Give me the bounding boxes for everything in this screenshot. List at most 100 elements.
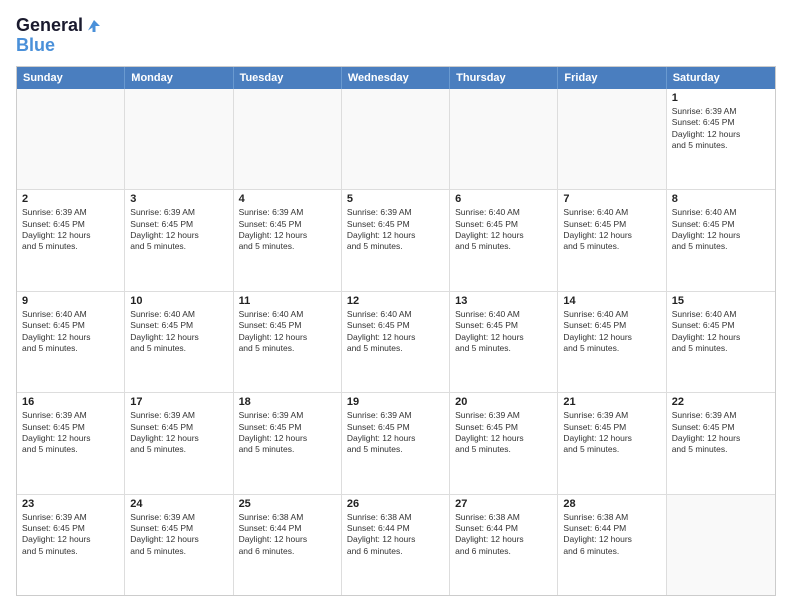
day-info: Sunrise: 6:40 AM Sunset: 6:45 PM Dayligh… — [130, 309, 227, 355]
logo-text: General — [16, 16, 83, 36]
day-number: 16 — [22, 396, 119, 408]
day-number: 1 — [672, 92, 770, 104]
calendar-cell: 12Sunrise: 6:40 AM Sunset: 6:45 PM Dayli… — [342, 292, 450, 392]
day-number: 2 — [22, 193, 119, 205]
weekday-header: Friday — [558, 67, 666, 89]
day-info: Sunrise: 6:39 AM Sunset: 6:45 PM Dayligh… — [672, 106, 770, 152]
day-info: Sunrise: 6:39 AM Sunset: 6:45 PM Dayligh… — [347, 410, 444, 456]
calendar-cell: 18Sunrise: 6:39 AM Sunset: 6:45 PM Dayli… — [234, 393, 342, 493]
day-info: Sunrise: 6:40 AM Sunset: 6:45 PM Dayligh… — [239, 309, 336, 355]
day-number: 13 — [455, 295, 552, 307]
calendar-row: 9 Sunrise: 6:40 AM Sunset: 6:45 PM Daylig… — [17, 291, 775, 392]
header: General Blue — [16, 16, 776, 56]
day-info: Sunrise: 6:39 AM Sunset: 6:45 PM Dayligh… — [22, 410, 119, 456]
calendar-cell — [17, 89, 125, 189]
calendar-row: 16 Sunrise: 6:39 AM Sunset: 6:45 PM Dayli… — [17, 392, 775, 493]
day-info: Sunrise: 6:40 AM Sunset: 6:45 PM Dayligh… — [22, 309, 119, 355]
day-info: Sunrise: 6:39 AM Sunset: 6:45 PM Dayligh… — [130, 512, 227, 558]
day-number: 20 — [455, 396, 552, 408]
weekday-header: Thursday — [450, 67, 558, 89]
calendar-row: 2 Sunrise: 6:39 AM Sunset: 6:45 PM Daylig… — [17, 189, 775, 290]
day-number: 15 — [672, 295, 770, 307]
logo-icon — [85, 17, 103, 35]
day-info: Sunrise: 6:39 AM Sunset: 6:45 PM Dayligh… — [239, 207, 336, 253]
day-number: 26 — [347, 498, 444, 510]
day-number: 24 — [130, 498, 227, 510]
day-info: Sunrise: 6:38 AM Sunset: 6:44 PM Dayligh… — [239, 512, 336, 558]
calendar-cell: 20 Sunrise: 6:39 AM Sunset: 6:45 PM Dayli… — [450, 393, 558, 493]
day-number: 9 — [22, 295, 119, 307]
calendar-cell: 1 Sunrise: 6:39 AM Sunset: 6:45 PM Daylig… — [667, 89, 775, 189]
day-info: Sunrise: 6:40 AM Sunset: 6:45 PM Dayligh… — [672, 207, 770, 253]
weekday-header: Saturday — [667, 67, 775, 89]
calendar-cell: 27 Sunrise: 6:38 AM Sunset: 6:44 PM Dayli… — [450, 495, 558, 595]
calendar-cell: 9 Sunrise: 6:40 AM Sunset: 6:45 PM Daylig… — [17, 292, 125, 392]
day-info: Sunrise: 6:40 AM Sunset: 6:45 PM Dayligh… — [563, 207, 660, 253]
calendar-cell: 5 Sunrise: 6:39 AM Sunset: 6:45 PM Daylig… — [342, 190, 450, 290]
weekday-header: Monday — [125, 67, 233, 89]
calendar-cell: 3 Sunrise: 6:39 AM Sunset: 6:45 PM Daylig… — [125, 190, 233, 290]
calendar-header: SundayMondayTuesdayWednesdayThursdayFrid… — [17, 67, 775, 89]
day-info: Sunrise: 6:39 AM Sunset: 6:45 PM Dayligh… — [130, 207, 227, 253]
calendar-cell: 25 Sunrise: 6:38 AM Sunset: 6:44 PM Dayli… — [234, 495, 342, 595]
day-number: 25 — [239, 498, 336, 510]
day-number: 7 — [563, 193, 660, 205]
calendar-cell: 16 Sunrise: 6:39 AM Sunset: 6:45 PM Dayli… — [17, 393, 125, 493]
day-info: Sunrise: 6:39 AM Sunset: 6:45 PM Dayligh… — [130, 410, 227, 456]
calendar-cell — [234, 89, 342, 189]
calendar-body: 1 Sunrise: 6:39 AM Sunset: 6:45 PM Daylig… — [17, 89, 775, 595]
day-info: Sunrise: 6:40 AM Sunset: 6:45 PM Dayligh… — [563, 309, 660, 355]
logo-text-blue: Blue — [16, 36, 103, 56]
calendar-cell: 19 Sunrise: 6:39 AM Sunset: 6:45 PM Dayli… — [342, 393, 450, 493]
day-number: 17 — [130, 396, 227, 408]
calendar-cell — [125, 89, 233, 189]
day-number: 23 — [22, 498, 119, 510]
weekday-header: Tuesday — [234, 67, 342, 89]
day-info: Sunrise: 6:38 AM Sunset: 6:44 PM Dayligh… — [455, 512, 552, 558]
calendar-cell: 21 Sunrise: 6:39 AM Sunset: 6:45 PM Dayli… — [558, 393, 666, 493]
weekday-header: Wednesday — [342, 67, 450, 89]
day-info: Sunrise: 6:38 AM Sunset: 6:44 PM Dayligh… — [347, 512, 444, 558]
day-number: 11 — [239, 295, 336, 307]
calendar-row: 23 Sunrise: 6:39 AM Sunset: 6:45 PM Dayli… — [17, 494, 775, 595]
calendar-cell: 2 Sunrise: 6:39 AM Sunset: 6:45 PM Daylig… — [17, 190, 125, 290]
calendar-cell: 24 Sunrise: 6:39 AM Sunset: 6:45 PM Dayli… — [125, 495, 233, 595]
calendar-cell: 28Sunrise: 6:38 AM Sunset: 6:44 PM Dayli… — [558, 495, 666, 595]
day-number: 27 — [455, 498, 552, 510]
day-number: 22 — [672, 396, 770, 408]
calendar-cell: 8 Sunrise: 6:40 AM Sunset: 6:45 PM Daylig… — [667, 190, 775, 290]
day-number: 6 — [455, 193, 552, 205]
calendar-cell: 15 Sunrise: 6:40 AM Sunset: 6:45 PM Dayli… — [667, 292, 775, 392]
calendar-cell: 23 Sunrise: 6:39 AM Sunset: 6:45 PM Dayli… — [17, 495, 125, 595]
calendar-cell: 26 Sunrise: 6:38 AM Sunset: 6:44 PM Dayli… — [342, 495, 450, 595]
day-info: Sunrise: 6:39 AM Sunset: 6:45 PM Dayligh… — [563, 410, 660, 456]
calendar-cell: 6 Sunrise: 6:40 AM Sunset: 6:45 PM Daylig… — [450, 190, 558, 290]
day-info: Sunrise: 6:40 AM Sunset: 6:45 PM Dayligh… — [455, 309, 552, 355]
day-number: 3 — [130, 193, 227, 205]
calendar-cell — [450, 89, 558, 189]
day-info: Sunrise: 6:39 AM Sunset: 6:45 PM Dayligh… — [239, 410, 336, 456]
day-number: 5 — [347, 193, 444, 205]
day-info: Sunrise: 6:40 AM Sunset: 6:45 PM Dayligh… — [455, 207, 552, 253]
calendar-cell: 4 Sunrise: 6:39 AM Sunset: 6:45 PM Daylig… — [234, 190, 342, 290]
calendar: SundayMondayTuesdayWednesdayThursdayFrid… — [16, 66, 776, 596]
logo: General Blue — [16, 16, 103, 56]
day-info: Sunrise: 6:38 AM Sunset: 6:44 PM Dayligh… — [563, 512, 660, 558]
day-number: 8 — [672, 193, 770, 205]
calendar-cell — [667, 495, 775, 595]
day-number: 19 — [347, 396, 444, 408]
day-info: Sunrise: 6:39 AM Sunset: 6:45 PM Dayligh… — [22, 207, 119, 253]
calendar-cell: 22 Sunrise: 6:39 AM Sunset: 6:45 PM Dayli… — [667, 393, 775, 493]
day-info: Sunrise: 6:39 AM Sunset: 6:45 PM Dayligh… — [455, 410, 552, 456]
calendar-cell — [342, 89, 450, 189]
weekday-header: Sunday — [17, 67, 125, 89]
day-number: 4 — [239, 193, 336, 205]
calendar-cell: 14Sunrise: 6:40 AM Sunset: 6:45 PM Dayli… — [558, 292, 666, 392]
day-info: Sunrise: 6:39 AM Sunset: 6:45 PM Dayligh… — [672, 410, 770, 456]
day-info: Sunrise: 6:40 AM Sunset: 6:45 PM Dayligh… — [672, 309, 770, 355]
day-info: Sunrise: 6:40 AM Sunset: 6:45 PM Dayligh… — [347, 309, 444, 355]
calendar-row: 1 Sunrise: 6:39 AM Sunset: 6:45 PM Daylig… — [17, 89, 775, 189]
day-info: Sunrise: 6:39 AM Sunset: 6:45 PM Dayligh… — [22, 512, 119, 558]
day-info: Sunrise: 6:39 AM Sunset: 6:45 PM Dayligh… — [347, 207, 444, 253]
day-number: 21 — [563, 396, 660, 408]
